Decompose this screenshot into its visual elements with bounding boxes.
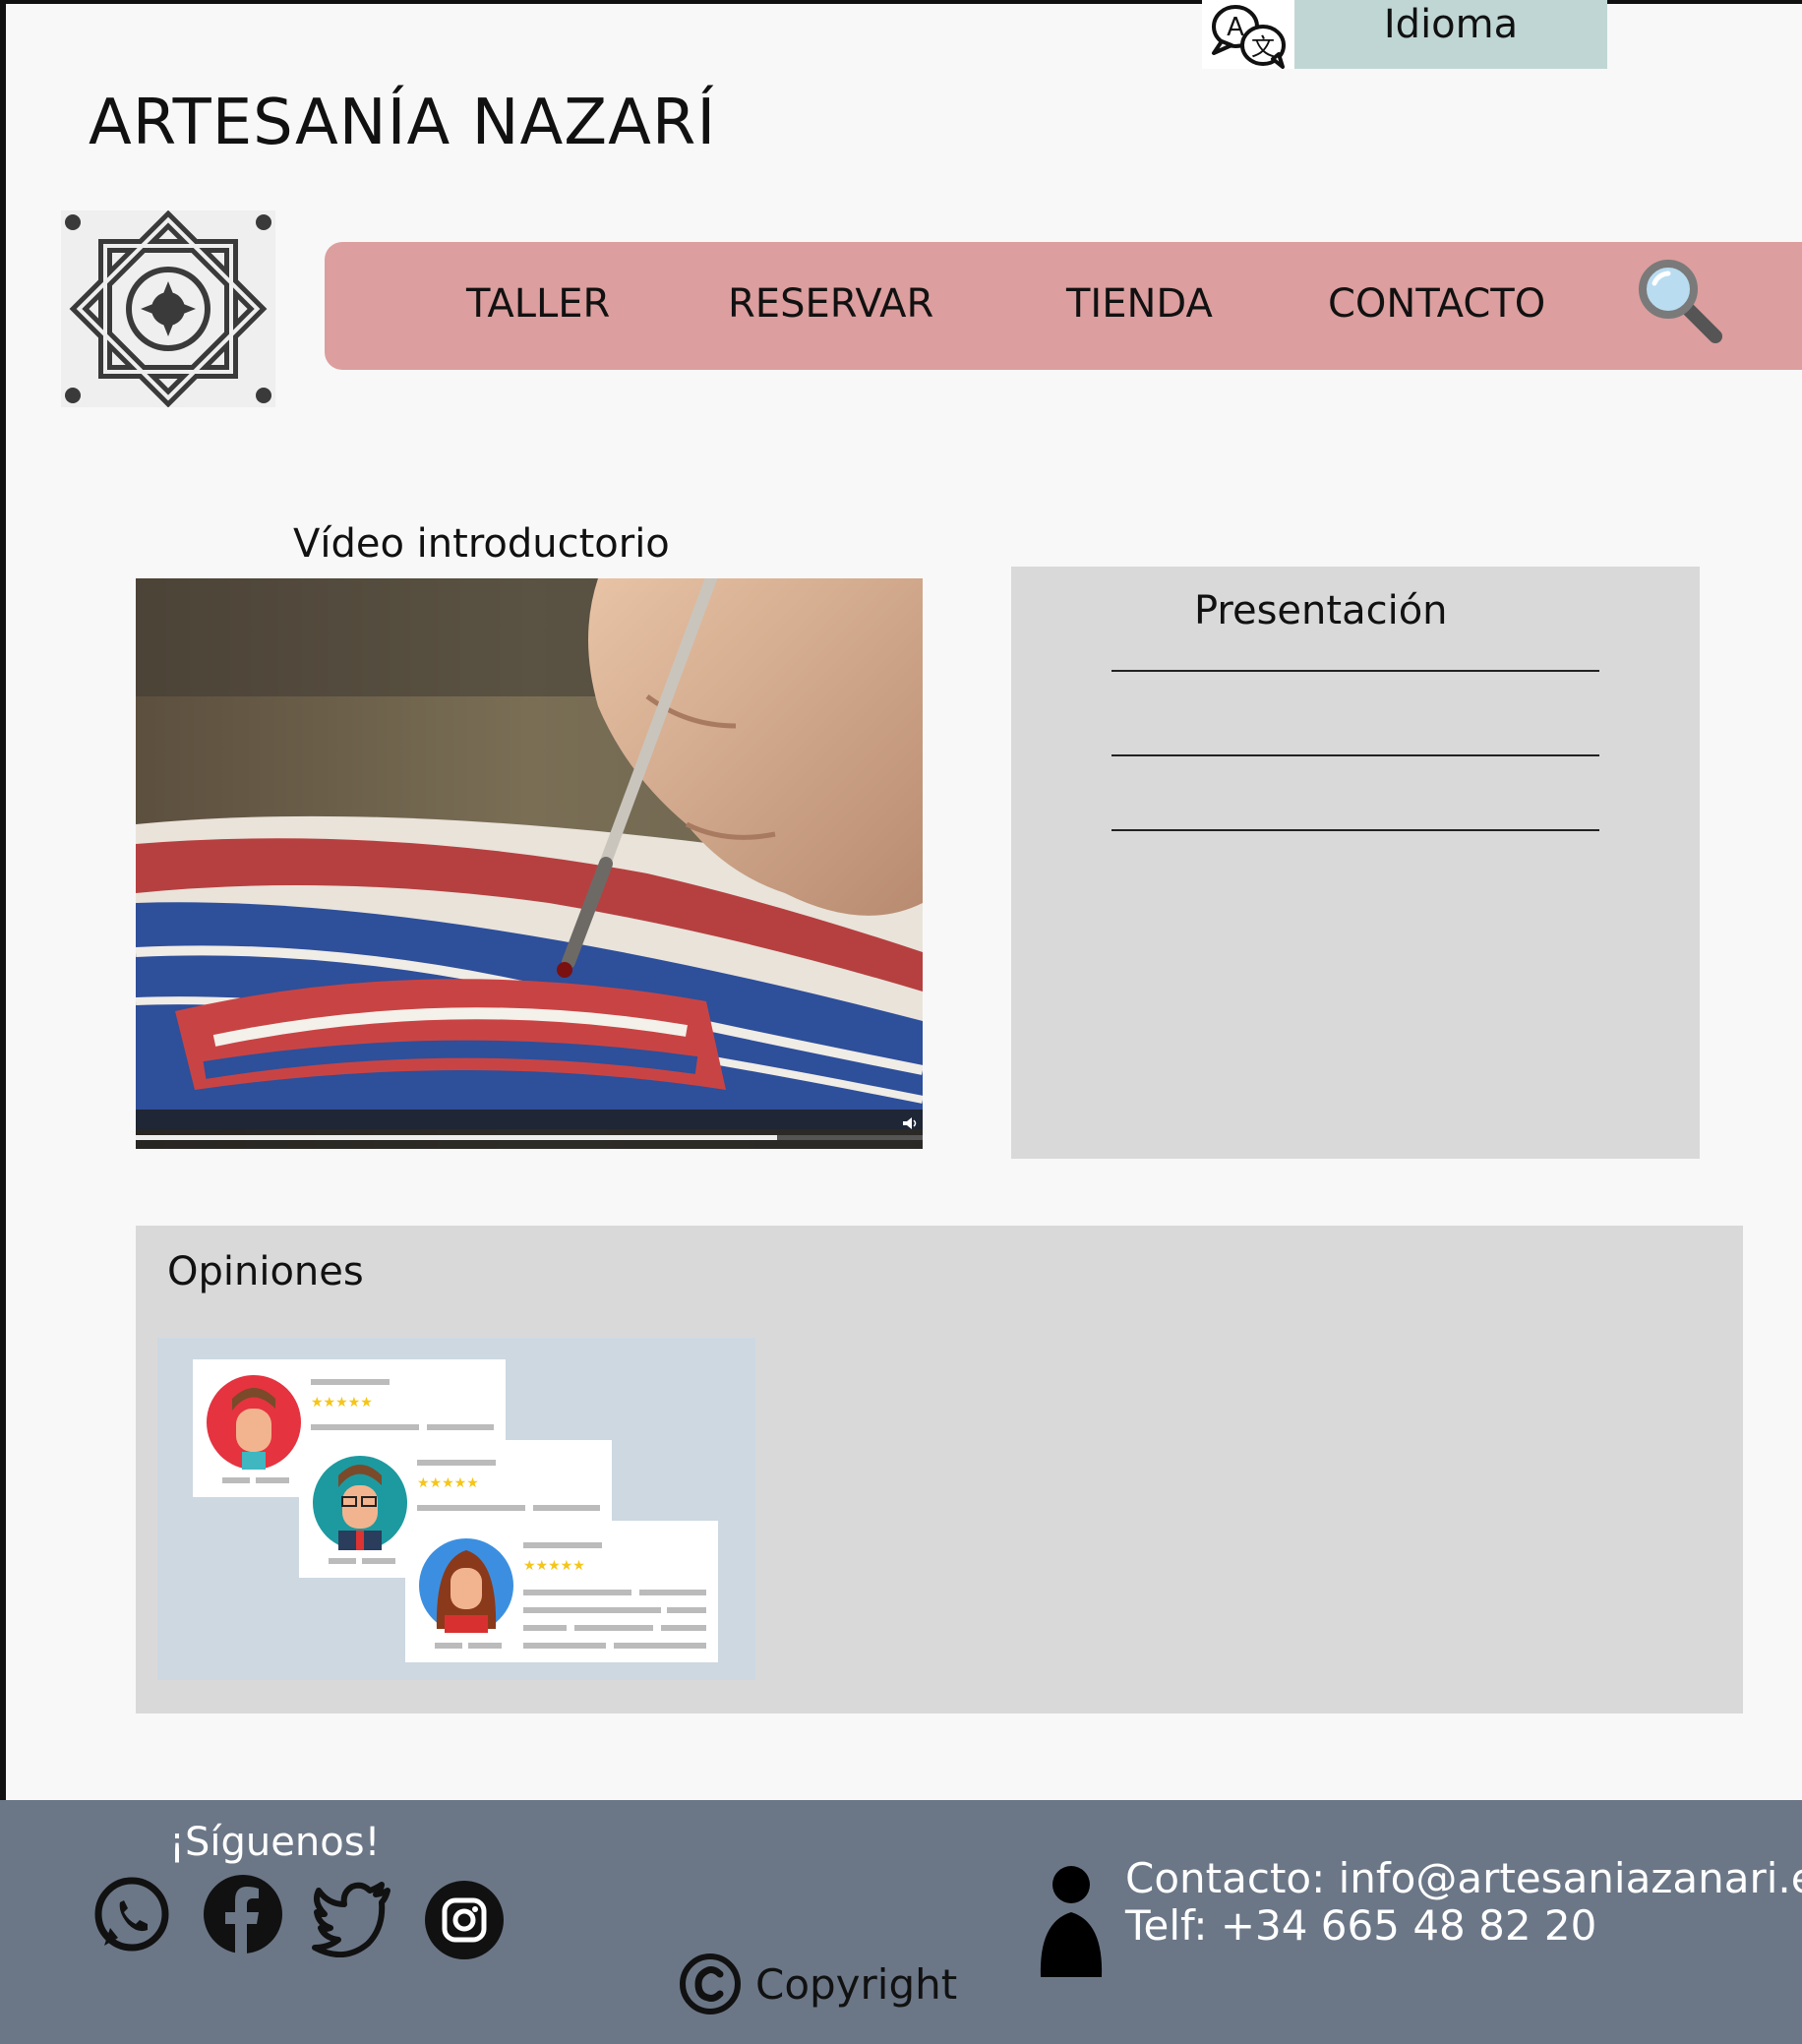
presentation-text-line [1111, 670, 1599, 672]
site-title: ARTESANÍA NAZARÍ [89, 87, 717, 159]
copyright-text: Copyright [755, 1959, 958, 2009]
language-button[interactable]: Idioma [1294, 0, 1607, 69]
contact-phone[interactable]: Telf: +34 665 48 82 20 [1125, 1902, 1802, 1950]
footer: ¡Síguenos! Copyright Contacto: info@arte… [0, 1800, 1802, 2044]
svg-text:文: 文 [1251, 33, 1275, 61]
opinions-panel: Opiniones ★★★★★ ★★★★★ ★★★★★ [136, 1226, 1743, 1713]
nav-item-contacto[interactable]: CONTACTO [1328, 281, 1545, 327]
svg-text:★★★★★: ★★★★★ [311, 1395, 373, 1411]
main-navbar: TALLER RESERVAR TIENDA CONTACTO [325, 242, 1802, 370]
svg-text:★★★★★: ★★★★★ [523, 1558, 585, 1574]
video-progress-bar[interactable] [136, 1135, 777, 1140]
follow-us-label: ¡Síguenos! [169, 1820, 381, 1865]
review-card: ★★★★★ [405, 1521, 718, 1662]
user-icon [1037, 1863, 1106, 1981]
copyright: Copyright [679, 1952, 957, 2016]
opinions-title: Opiniones [167, 1249, 364, 1294]
nav-item-taller[interactable]: TALLER [466, 281, 610, 327]
presentation-title: Presentación [1194, 588, 1448, 633]
nazari-star-tile-logo[interactable] [61, 210, 275, 408]
nav-item-tienda[interactable]: TIENDA [1066, 281, 1213, 327]
reviews-illustration: ★★★★★ ★★★★★ ★★★★★ [157, 1338, 755, 1680]
facebook-icon[interactable] [202, 1875, 284, 1957]
svg-text:★★★★★: ★★★★★ [417, 1475, 479, 1491]
contact-email[interactable]: Contacto: info@artesaniazanari.es [1125, 1855, 1802, 1902]
instagram-icon[interactable] [423, 1881, 506, 1963]
presentation-text-line [1111, 754, 1599, 756]
presentation-panel: Presentación [1011, 567, 1700, 1159]
nav-item-reservar[interactable]: RESERVAR [728, 281, 933, 327]
video-title: Vídeo introductorio [293, 521, 670, 567]
twitter-icon[interactable] [311, 1875, 393, 1957]
contact-info: Contacto: info@artesaniazanari.es Telf: … [1125, 1855, 1802, 1950]
page-left-border [0, 0, 6, 1800]
whatsapp-icon[interactable] [90, 1875, 173, 1957]
intro-video-player[interactable] [136, 578, 923, 1149]
translate-icon[interactable]: A 文 [1202, 0, 1294, 69]
copyright-icon [680, 1954, 741, 2014]
svg-text:A: A [1227, 13, 1244, 42]
presentation-text-line [1111, 829, 1599, 831]
search-icon[interactable] [1633, 254, 1731, 352]
